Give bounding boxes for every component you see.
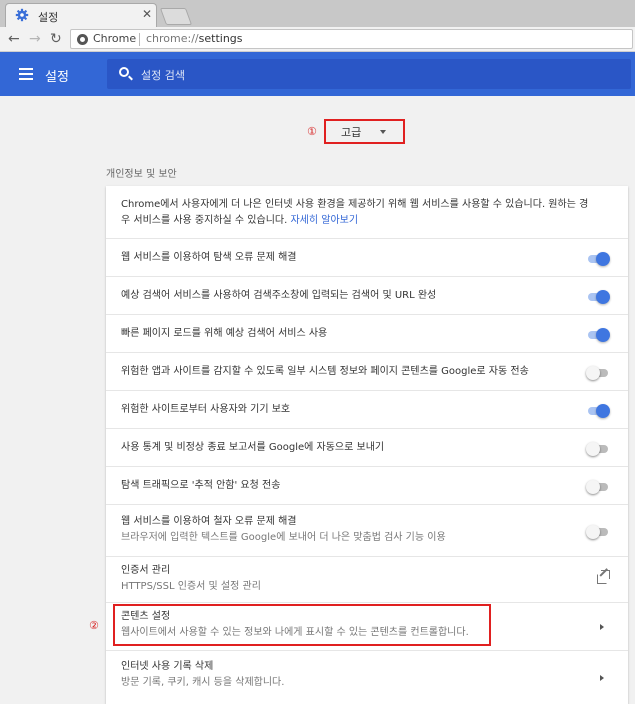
setting-label: 웹 서비스를 이용하여 철자 오류 문제 해결 [121,516,297,527]
back-arrow-icon[interactable]: ← [8,30,20,48]
setting-label: 예상 검색어 서비스를 사용하여 검색주소창에 입력되는 검색어 및 URL 완… [121,290,437,301]
chevron-right-icon[interactable] [600,624,604,630]
reload-icon[interactable]: ↻ [50,30,62,48]
url-path: settings [198,32,243,45]
toggle-switch[interactable] [586,252,610,266]
toggle-switch[interactable] [586,480,610,494]
toggle-switch[interactable] [586,366,610,380]
intro-line-1: Chrome에서 사용자에게 더 나은 인터넷 사용 환경을 제공하기 위해 웹… [121,199,589,210]
intro-line-2-text: 우 서비스를 사용 중지하실 수 있습니다. [121,215,288,226]
setting-label: 웹 서비스를 이용하여 탐색 오류 문제 해결 [121,252,297,263]
advanced-button[interactable]: 고급 [338,122,398,140]
chevron-right-icon[interactable] [600,675,604,681]
close-icon[interactable]: ✕ [142,7,152,21]
settings-header: 설정 설정 검색 [0,52,635,96]
toggle-switch[interactable] [586,328,610,342]
setting-label: 탐색 트래픽으로 '추적 안함' 요청 전송 [121,480,281,491]
setting-sublabel: 브라우저에 입력한 텍스트를 Google에 보내어 더 나은 맞춤법 검사 기… [121,532,446,543]
setting-row[interactable]: 위험한 사이트로부터 사용자와 기기 보호 [106,390,628,428]
site-name: Chrome [93,32,137,45]
tab-strip: 설정 ✕ [0,0,635,27]
intro-line-2: 우 서비스를 사용 중지하실 수 있습니다. 자세히 알아보기 [121,213,358,229]
advanced-label: 고급 [341,126,362,139]
marker-one: ① [307,125,317,138]
setting-label: 위험한 앱과 사이트를 감지할 수 있도록 일부 시스템 정보와 페이지 콘텐츠… [121,366,529,377]
page-title: 설정 [45,70,69,85]
url-scheme: chrome:// [146,32,199,45]
search-icon [119,67,129,77]
setting-label: 인터넷 사용 기록 삭제 [121,661,214,672]
setting-row-spellcheck[interactable]: 웹 서비스를 이용하여 철자 오류 문제 해결 브라우저에 입력한 텍스트를 G… [106,504,628,556]
tab-title: 설정 [38,11,59,24]
setting-row[interactable]: 빠른 페이지 로드를 위해 예상 검색어 서비스 사용 [106,314,628,352]
manage-certificates-row[interactable]: 인증서 관리 HTTPS/SSL 인증서 및 설정 관리 [106,556,628,602]
toggle-switch[interactable] [586,525,610,539]
learn-more-link[interactable]: 자세히 알아보기 [290,215,358,226]
dropdown-arrow-icon [380,130,386,134]
toggle-switch[interactable] [586,404,610,418]
setting-row[interactable]: 위험한 앱과 사이트를 감지할 수 있도록 일부 시스템 정보와 페이지 콘텐츠… [106,352,628,390]
highlight-box-content-settings [113,604,491,646]
search-input[interactable]: 설정 검색 [107,59,631,89]
hamburger-menu-icon[interactable] [19,68,33,80]
setting-label: 빠른 페이지 로드를 위해 예상 검색어 서비스 사용 [121,328,328,339]
setting-row[interactable]: 사용 통계 및 비정상 종료 보고서를 Google에 자동으로 보내기 [106,428,628,466]
setting-label: 인증서 관리 [121,565,171,576]
toggle-switch[interactable] [586,290,610,304]
setting-label: 위험한 사이트로부터 사용자와 기기 보호 [121,404,291,415]
search-placeholder: 설정 검색 [141,69,185,82]
browser-toolbar: ← → ↻ Chrome chrome://settings [0,27,635,52]
chrome-site-icon [77,34,88,45]
new-tab-button[interactable] [159,8,193,25]
section-title-privacy: 개인정보 및 보안 [106,169,177,180]
clear-browsing-data-row[interactable]: 인터넷 사용 기록 삭제 방문 기록, 쿠키, 캐시 등을 삭제합니다. [106,650,628,704]
privacy-intro: Chrome에서 사용자에게 더 나은 인터넷 사용 환경을 제공하기 위해 웹… [106,186,628,238]
address-bar[interactable]: Chrome chrome://settings [70,29,633,49]
divider [139,33,140,46]
setting-sublabel: 방문 기록, 쿠키, 캐시 등을 삭제합니다. [121,677,285,688]
marker-two: ② [89,619,99,632]
url-text: chrome://settings [146,32,243,45]
gear-icon [15,8,29,22]
tab-settings[interactable]: 설정 ✕ [5,3,157,27]
setting-sublabel: HTTPS/SSL 인증서 및 설정 관리 [121,581,261,592]
toggle-switch[interactable] [586,442,610,456]
setting-label: 사용 통계 및 비정상 종료 보고서를 Google에 자동으로 보내기 [121,442,385,453]
setting-row[interactable]: 웹 서비스를 이용하여 탐색 오류 문제 해결 [106,238,628,276]
setting-row[interactable]: 예상 검색어 서비스를 사용하여 검색주소창에 입력되는 검색어 및 URL 완… [106,276,628,314]
setting-row[interactable]: 탐색 트래픽으로 '추적 안함' 요청 전송 [106,466,628,504]
forward-arrow-icon[interactable]: → [29,30,41,48]
